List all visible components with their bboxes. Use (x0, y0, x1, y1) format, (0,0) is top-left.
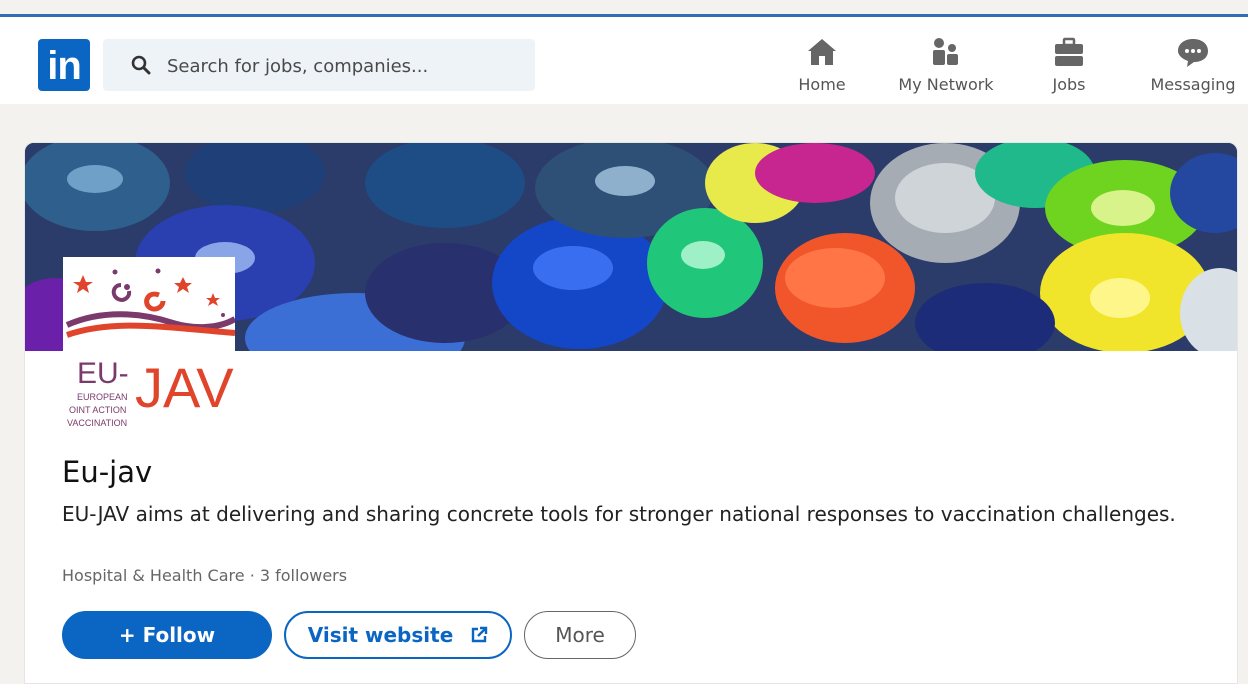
company-card: EU- JAV EUROPEAN OINT ACTION VACCINATION… (24, 142, 1238, 684)
company-logo: EU- JAV EUROPEAN OINT ACTION VACCINATION (63, 257, 237, 433)
nav-my-network-label: My Network (898, 75, 994, 94)
more-button[interactable]: More (524, 611, 636, 659)
briefcase-icon (1055, 37, 1083, 66)
logo-line-3: VACCINATION (67, 418, 127, 428)
top-nav-bar: in Home My Network Jobs (0, 17, 1248, 104)
follow-button[interactable]: + Follow (62, 611, 272, 659)
search-box[interactable] (103, 39, 535, 91)
logo-line-1: EUROPEAN (77, 392, 128, 402)
logo-jav-text: JAV (135, 356, 234, 419)
company-name: Eu-jav (62, 455, 153, 489)
logo-eu-text: EU- (77, 357, 129, 390)
nav-home-label: Home (798, 75, 846, 94)
logo-line-2: OINT ACTION (69, 405, 126, 415)
linkedin-logo[interactable]: in (38, 39, 90, 91)
search-icon (131, 55, 151, 75)
company-description: EU-JAV aims at delivering and sharing co… (62, 502, 1176, 526)
nav-my-network[interactable]: My Network (893, 35, 999, 99)
external-link-icon (472, 626, 488, 643)
search-input[interactable] (165, 49, 519, 83)
nav-home[interactable]: Home (794, 35, 850, 99)
messaging-icon (1178, 39, 1208, 67)
company-meta: Hospital & Health Care · 3 followers (62, 566, 348, 585)
nav-messaging[interactable]: Messaging (1146, 35, 1240, 99)
visit-website-button[interactable]: Visit website (284, 611, 512, 659)
visit-website-label: Visit website (307, 623, 454, 647)
nav-messaging-label: Messaging (1150, 75, 1236, 94)
home-icon (808, 39, 836, 65)
nav-jobs-label: Jobs (1052, 75, 1086, 94)
follow-button-label: + Follow (118, 623, 216, 647)
more-button-label: More (555, 623, 605, 647)
network-icon (933, 38, 958, 65)
nav-jobs[interactable]: Jobs (1046, 35, 1092, 99)
eu-jav-logo: EU- JAV EUROPEAN OINT ACTION VACCINATION (65, 268, 237, 428)
